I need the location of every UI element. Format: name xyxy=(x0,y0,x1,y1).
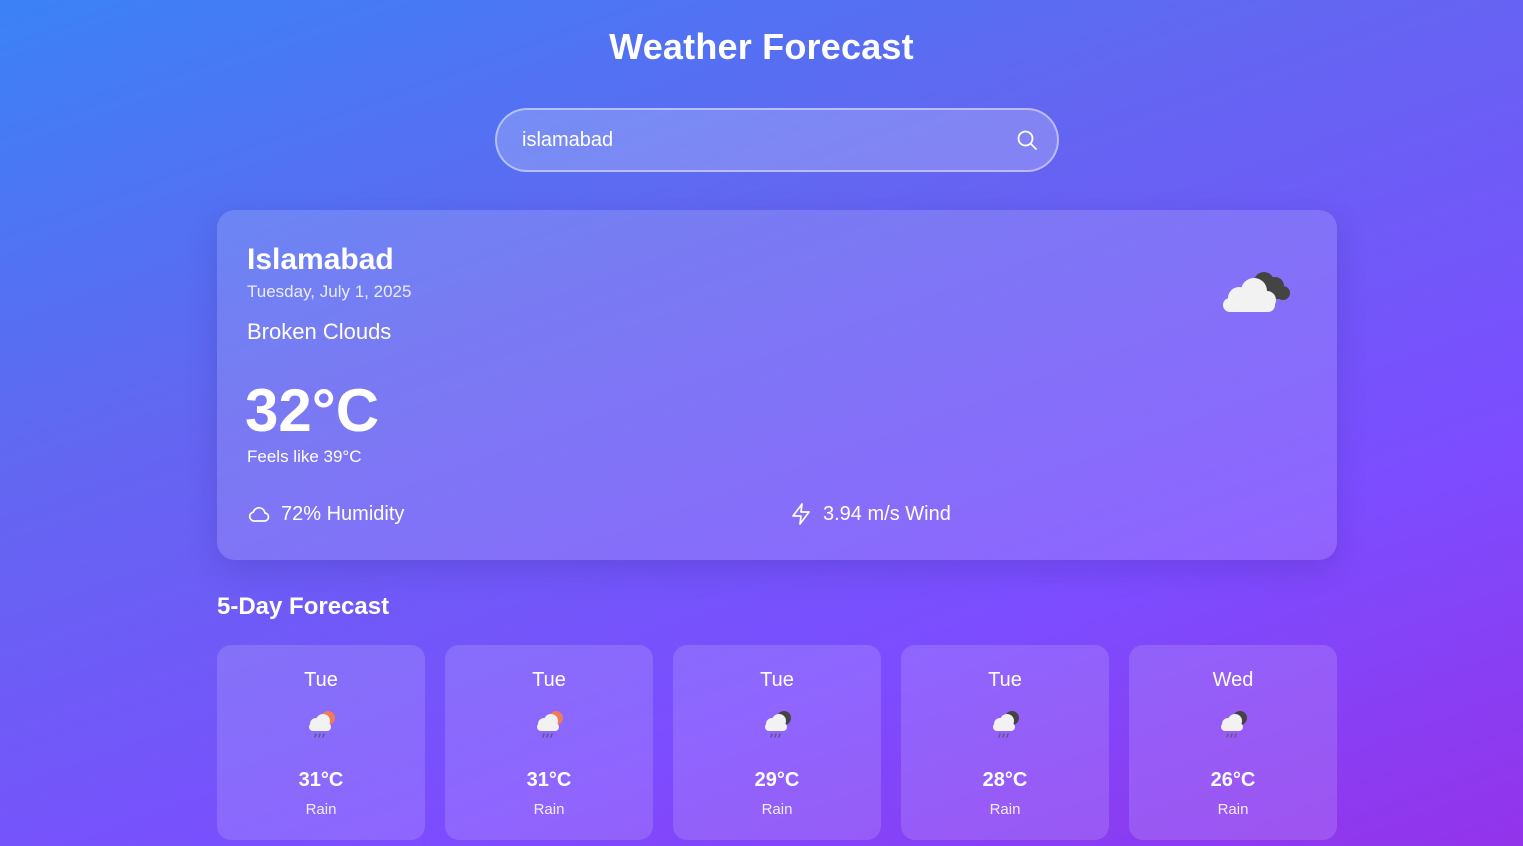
forecast-day-name: Tue xyxy=(532,669,566,691)
rain-night-icon xyxy=(993,711,1019,738)
humidity-text: 72% Humidity xyxy=(281,502,405,525)
broken-clouds-icon xyxy=(1223,272,1290,312)
search-icon xyxy=(1017,130,1037,150)
forecast-day-temp: 26°C xyxy=(1210,769,1256,791)
rain-night-icon xyxy=(1221,711,1247,738)
forecast-day-name: Tue xyxy=(988,669,1022,691)
forecast-day-desc: Rain xyxy=(1217,801,1249,818)
weather-condition: Broken Clouds xyxy=(247,319,392,344)
forecast-day-card: Tue 31°C Rain xyxy=(217,645,425,840)
search-input[interactable] xyxy=(497,110,997,170)
search-box xyxy=(495,108,1059,172)
forecast-day-card: Wed 26°C Rain xyxy=(1129,645,1337,840)
forecast-day-card: Tue 31°C Rain xyxy=(445,645,653,840)
wind-text: 3.94 m/s Wind xyxy=(823,502,951,525)
forecast-day-temp: 29°C xyxy=(754,769,800,791)
wind-stat: 3.94 m/s Wind xyxy=(789,502,951,526)
rain-night-icon xyxy=(765,711,791,738)
forecast-day-temp: 28°C xyxy=(982,769,1028,791)
forecast-day-desc: Rain xyxy=(533,801,565,818)
forecast-day-card: Tue 29°C Rain xyxy=(673,645,881,840)
feels-like: Feels like 39°C xyxy=(247,447,362,466)
page-title: Weather Forecast xyxy=(609,26,914,67)
forecast-list: Tue 31°C Rain Tue 31°C Rain Tue 29°C Rai… xyxy=(217,645,1337,840)
current-date: Tuesday, July 1, 2025 xyxy=(247,282,412,301)
current-weather-card: Islamabad Tuesday, July 1, 2025 Broken C… xyxy=(217,210,1337,560)
forecast-heading: 5-Day Forecast xyxy=(217,593,390,620)
forecast-day-desc: Rain xyxy=(989,801,1021,818)
rain-sun-icon xyxy=(537,711,563,738)
cloud-icon xyxy=(248,506,270,522)
lightning-icon xyxy=(792,503,810,525)
search-button[interactable] xyxy=(997,110,1057,170)
forecast-day-card: Tue 28°C Rain xyxy=(901,645,1109,840)
forecast-day-temp: 31°C xyxy=(298,769,344,791)
forecast-day-desc: Rain xyxy=(305,801,337,818)
city-name: Islamabad xyxy=(247,243,394,276)
forecast-day-name: Wed xyxy=(1212,669,1254,691)
humidity-stat: 72% Humidity xyxy=(247,502,404,526)
forecast-day-name: Tue xyxy=(304,669,338,691)
rain-sun-icon xyxy=(309,711,335,738)
forecast-day-desc: Rain xyxy=(761,801,793,818)
forecast-day-name: Tue xyxy=(760,669,794,691)
forecast-day-temp: 31°C xyxy=(526,769,572,791)
current-temperature: 32°C xyxy=(245,377,380,444)
